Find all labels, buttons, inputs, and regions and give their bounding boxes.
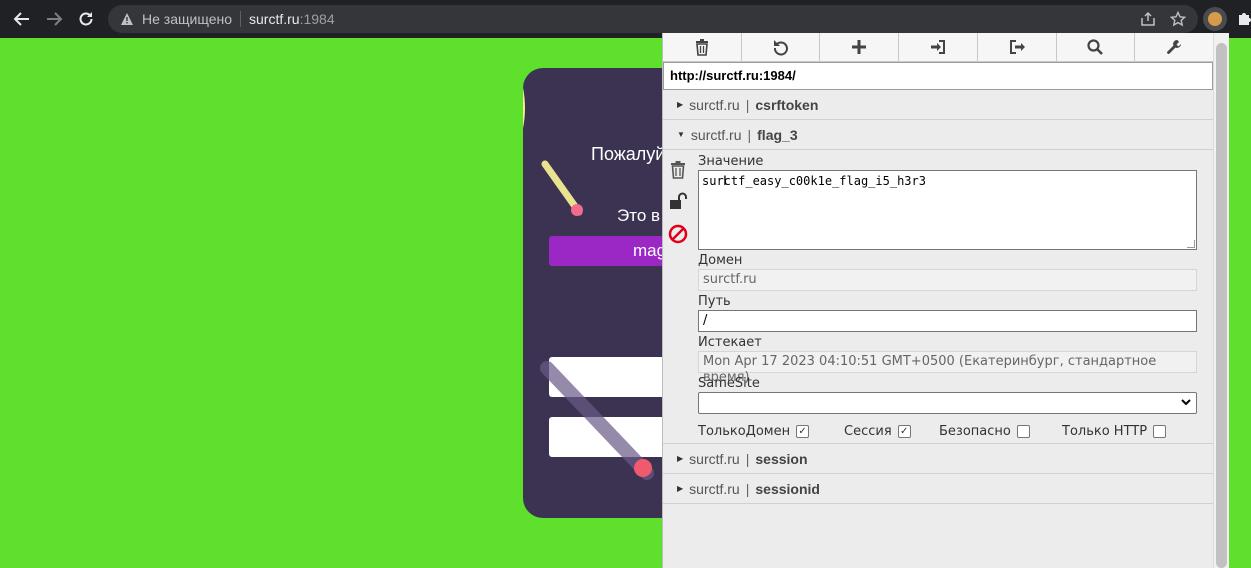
text-cursor-icon: I (723, 172, 727, 188)
cookie-actions (667, 154, 689, 250)
secure-label: Безопасно (939, 423, 1011, 439)
chevron-down-icon (1180, 396, 1192, 411)
back-arrow-icon[interactable] (6, 3, 38, 35)
sign-out-icon (1009, 40, 1025, 54)
value-textarea[interactable]: surctf_easy_c00k1e_flag_i5_h3r3 (698, 170, 1197, 250)
meteor-trail-decoration (540, 361, 654, 480)
options-button[interactable] (1135, 33, 1213, 61)
cookie-flags: ТолькоДомен ✓ Сессия ✓ Безопасно Только … (698, 418, 1198, 444)
cookie-domain: surctf.ru (689, 96, 740, 113)
domain-label: Домен (698, 253, 743, 268)
value-label: Значение (698, 154, 764, 169)
scrollbar-thumb[interactable] (1216, 43, 1227, 568)
cookie-name: flag_3 (757, 126, 798, 143)
panel-scrollbar[interactable] (1213, 33, 1229, 568)
delete-all-button[interactable] (663, 33, 742, 61)
cookie-row-sessionid[interactable]: ▶ surctf.ru | sessionid (663, 474, 1213, 504)
cookie-name: csrftoken (755, 96, 819, 113)
host-only-option[interactable]: ТолькоДомен ✓ (698, 424, 844, 439)
forward-arrow-icon[interactable] (38, 3, 70, 35)
warning-icon (121, 13, 133, 25)
session-option[interactable]: Сессия ✓ (844, 424, 939, 439)
plus-icon (852, 40, 867, 54)
greeting-text: Пожалуй (591, 144, 666, 164)
cookie-separator: | (745, 450, 750, 467)
expires-field[interactable]: Mon Apr 17 2023 04:10:51 GMT+0500 (Екате… (698, 351, 1197, 385)
security-label: Не защищено (142, 11, 232, 27)
reload-icon[interactable] (70, 3, 102, 35)
trash-icon (695, 39, 708, 56)
host-only-label: ТолькоДомен (698, 423, 791, 439)
search-button[interactable] (1057, 33, 1136, 61)
path-label: Путь (698, 294, 731, 309)
http-only-checkbox[interactable] (1153, 424, 1167, 438)
cookie-row-csrftoken[interactable]: ▶ surctf.ru | csrftoken (663, 90, 1213, 120)
undo-icon (773, 40, 788, 56)
add-cookie-button[interactable] (820, 33, 900, 61)
cookie-extension-icon[interactable] (1203, 7, 1227, 31)
cookie-name: sessionid (755, 480, 820, 497)
wrench-icon (1167, 40, 1182, 54)
info-text: Это в (617, 206, 661, 225)
cookie-name: session (755, 450, 808, 467)
expires-label: Истекает (698, 335, 762, 350)
cookie-row-session[interactable]: ▶ surctf.ru | session (663, 444, 1213, 474)
http-only-option[interactable]: Только HTTP (1062, 423, 1167, 439)
collapsed-arrow-icon: ▶ (677, 100, 684, 109)
cookie-separator: | (747, 126, 752, 143)
collapsed-arrow-icon: ▶ (677, 454, 684, 463)
expanded-arrow-icon: ▼ (677, 130, 685, 139)
cookie-domain: surctf.ru (689, 480, 740, 497)
address-bar[interactable]: Не защищено surctf.ru:1984 (108, 5, 1198, 33)
cookie-fields: Значение surctf_easy_c00k1e_flag_i5_h3r3… (698, 150, 1198, 444)
cookie-row-flag-3[interactable]: ▼ surctf.ru | flag_3 (663, 120, 1213, 150)
secure-option[interactable]: Безопасно (939, 424, 1062, 439)
extensions-puzzle-icon[interactable] (1236, 10, 1251, 31)
resize-grip[interactable] (1187, 240, 1195, 248)
secure-checkbox[interactable] (1016, 424, 1030, 438)
samesite-select[interactable] (698, 392, 1197, 414)
share-icon[interactable] (1140, 11, 1156, 27)
export-button[interactable] (978, 33, 1057, 61)
cookie-toolbar (663, 33, 1213, 62)
import-button[interactable] (899, 33, 978, 61)
collapsed-arrow-icon: ▶ (677, 484, 684, 493)
host-only-checkbox[interactable]: ✓ (796, 424, 810, 438)
cookie-domain: surctf.ru (689, 450, 740, 467)
session-label: Сессия (844, 423, 892, 439)
cookie-editor: Значение surctf_easy_c00k1e_flag_i5_h3r3… (663, 150, 1213, 444)
path-field[interactable]: / (698, 310, 1197, 332)
bookmark-star-icon[interactable] (1170, 11, 1186, 27)
meteor-decoration (541, 160, 583, 216)
value-text: surctf_easy_c00k1e_flag_i5_h3r3 (702, 174, 926, 188)
omnibox-divider (240, 11, 241, 27)
session-checkbox[interactable]: ✓ (897, 424, 911, 438)
current-url: http://surctf.ru:1984/ (663, 62, 1213, 90)
cookie-separator: | (745, 480, 750, 497)
unlock-icon[interactable] (667, 186, 689, 218)
cookie-separator: | (745, 96, 750, 113)
planet-decoration (523, 87, 525, 129)
url-host: surctf.ru (249, 11, 300, 27)
domain-field: surctf.ru (698, 269, 1197, 291)
cookie-editor-panel: http://surctf.ru:1984/ ▶ surctf.ru | csr… (662, 33, 1213, 568)
block-cookie-icon[interactable] (667, 218, 689, 250)
reset-button[interactable] (742, 33, 821, 61)
delete-cookie-icon[interactable] (667, 154, 689, 186)
search-icon (1087, 39, 1104, 55)
samesite-label: SameSite (698, 376, 760, 391)
sign-in-icon (931, 40, 946, 54)
url-port: :1984 (299, 11, 335, 27)
cookie-domain: surctf.ru (690, 126, 742, 143)
http-only-label: Только HTTP (1062, 423, 1148, 439)
